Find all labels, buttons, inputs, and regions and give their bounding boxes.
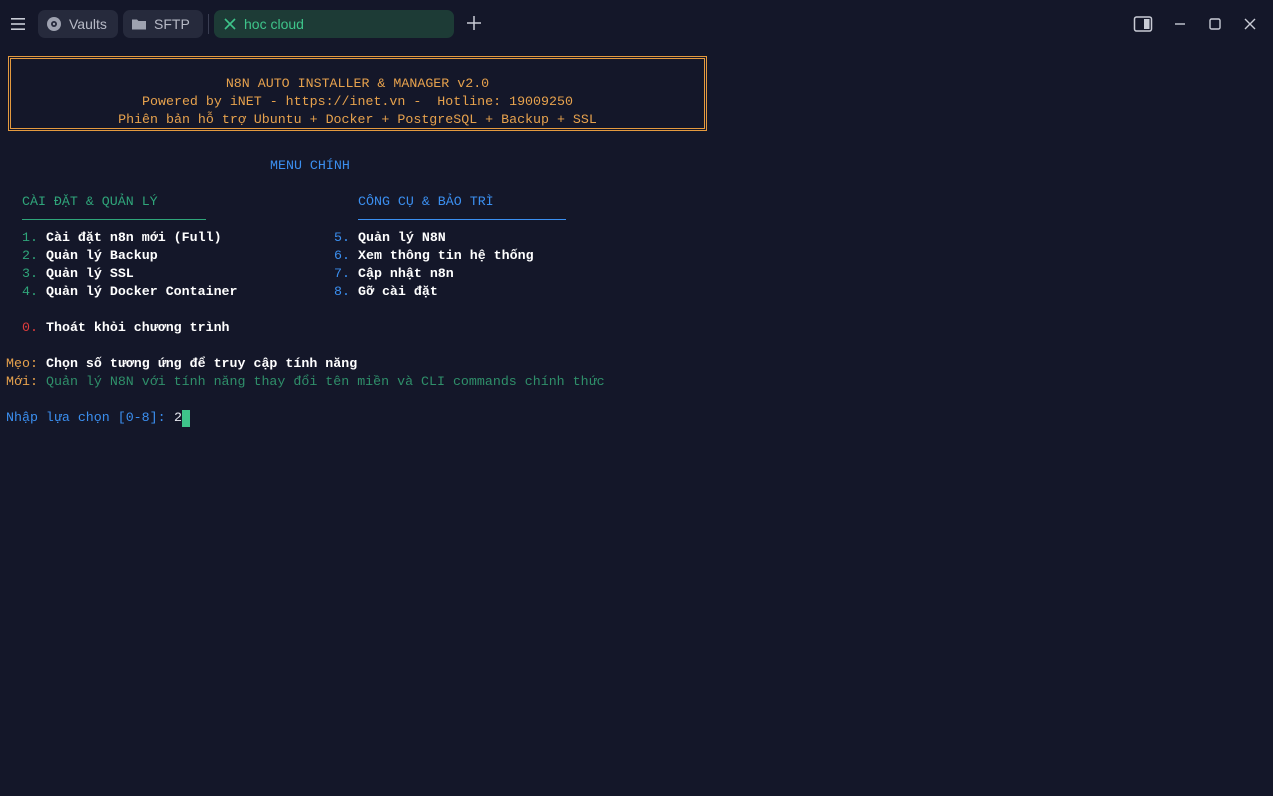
- plus-icon[interactable]: [465, 14, 483, 32]
- banner-box: N8N AUTO INSTALLER & MANAGER v2.0 Powere…: [8, 56, 707, 131]
- tab-label: Vaults: [69, 16, 107, 32]
- title-bar: Vaults SFTP hoc cloud: [0, 0, 1273, 48]
- folder-icon: [132, 19, 146, 30]
- input-prompt: Nhập lựa chọn [0-8]:: [6, 410, 166, 425]
- section-heading-tools: CÔNG CỤ & BẢO TRÌ: [358, 194, 494, 209]
- menu-item-system-info: Xem thông tin hệ thống: [358, 248, 534, 263]
- tab-hoc-cloud[interactable]: hoc cloud: [214, 10, 454, 38]
- tab-label: hoc cloud: [244, 16, 304, 32]
- menu-item-update-n8n: Cập nhật n8n: [358, 266, 454, 281]
- menu-icon[interactable]: [7, 13, 29, 35]
- menu-title: MENU CHÍNH: [270, 158, 350, 173]
- menu-item-ssl: Quản lý SSL: [46, 266, 134, 281]
- tab-label: SFTP: [154, 16, 190, 32]
- terminal-cursor: [182, 410, 190, 427]
- typed-input[interactable]: 2: [174, 409, 182, 427]
- menu-item-number: 7.: [334, 266, 350, 281]
- banner-version-note: Phiên bản hỗ trợ Ubuntu + Docker + Postg…: [118, 112, 597, 127]
- window-close-icon[interactable]: [1240, 14, 1260, 34]
- menu-item-number: 3.: [22, 266, 38, 281]
- section-underline: [22, 219, 206, 220]
- tip-label: Mẹo:: [6, 356, 38, 371]
- tab-vaults[interactable]: Vaults: [38, 10, 118, 38]
- menu-item-docker: Quản lý Docker Container: [46, 284, 238, 299]
- menu-item-exit: Thoát khỏi chương trình: [46, 320, 230, 335]
- menu-item-number: 2.: [22, 248, 38, 263]
- menu-item-number: 4.: [22, 284, 38, 299]
- menu-item-number: 8.: [334, 284, 350, 299]
- minimize-icon[interactable]: [1170, 14, 1190, 34]
- maximize-icon[interactable]: [1205, 14, 1225, 34]
- menu-item-backup: Quản lý Backup: [46, 248, 158, 263]
- tab-sftp[interactable]: SFTP: [123, 10, 203, 38]
- tab-divider: [208, 14, 209, 34]
- section-underline: [358, 219, 566, 220]
- sidebar-toggle-icon[interactable]: [1133, 14, 1153, 34]
- menu-item-number: 5.: [334, 230, 350, 245]
- section-heading-install: CÀI ĐẶT & QUẢN LÝ: [22, 194, 158, 209]
- menu-item-number: 6.: [334, 248, 350, 263]
- tip-text: Chọn số tương ứng để truy cập tính năng: [46, 356, 358, 371]
- menu-item-manage-n8n: Quản lý N8N: [358, 230, 446, 245]
- new-feature-label: Mới:: [6, 374, 38, 389]
- menu-item-uninstall: Gỡ cài đặt: [358, 284, 438, 299]
- banner-powered-by: Powered by iNET - https://inet.vn - Hotl…: [142, 94, 573, 109]
- menu-item-install-n8n: Cài đặt n8n mới (Full): [46, 230, 222, 245]
- menu-item-number: 1.: [22, 230, 38, 245]
- new-feature-text: Quản lý N8N với tính năng thay đổi tên m…: [46, 374, 605, 389]
- menu-item-number: 0.: [22, 320, 38, 335]
- banner-title: N8N AUTO INSTALLER & MANAGER v2.0: [225, 76, 490, 91]
- vault-icon: [47, 17, 61, 31]
- close-icon[interactable]: [224, 18, 236, 30]
- terminal[interactable]: N8N AUTO INSTALLER & MANAGER v2.0 Powere…: [0, 48, 1273, 796]
